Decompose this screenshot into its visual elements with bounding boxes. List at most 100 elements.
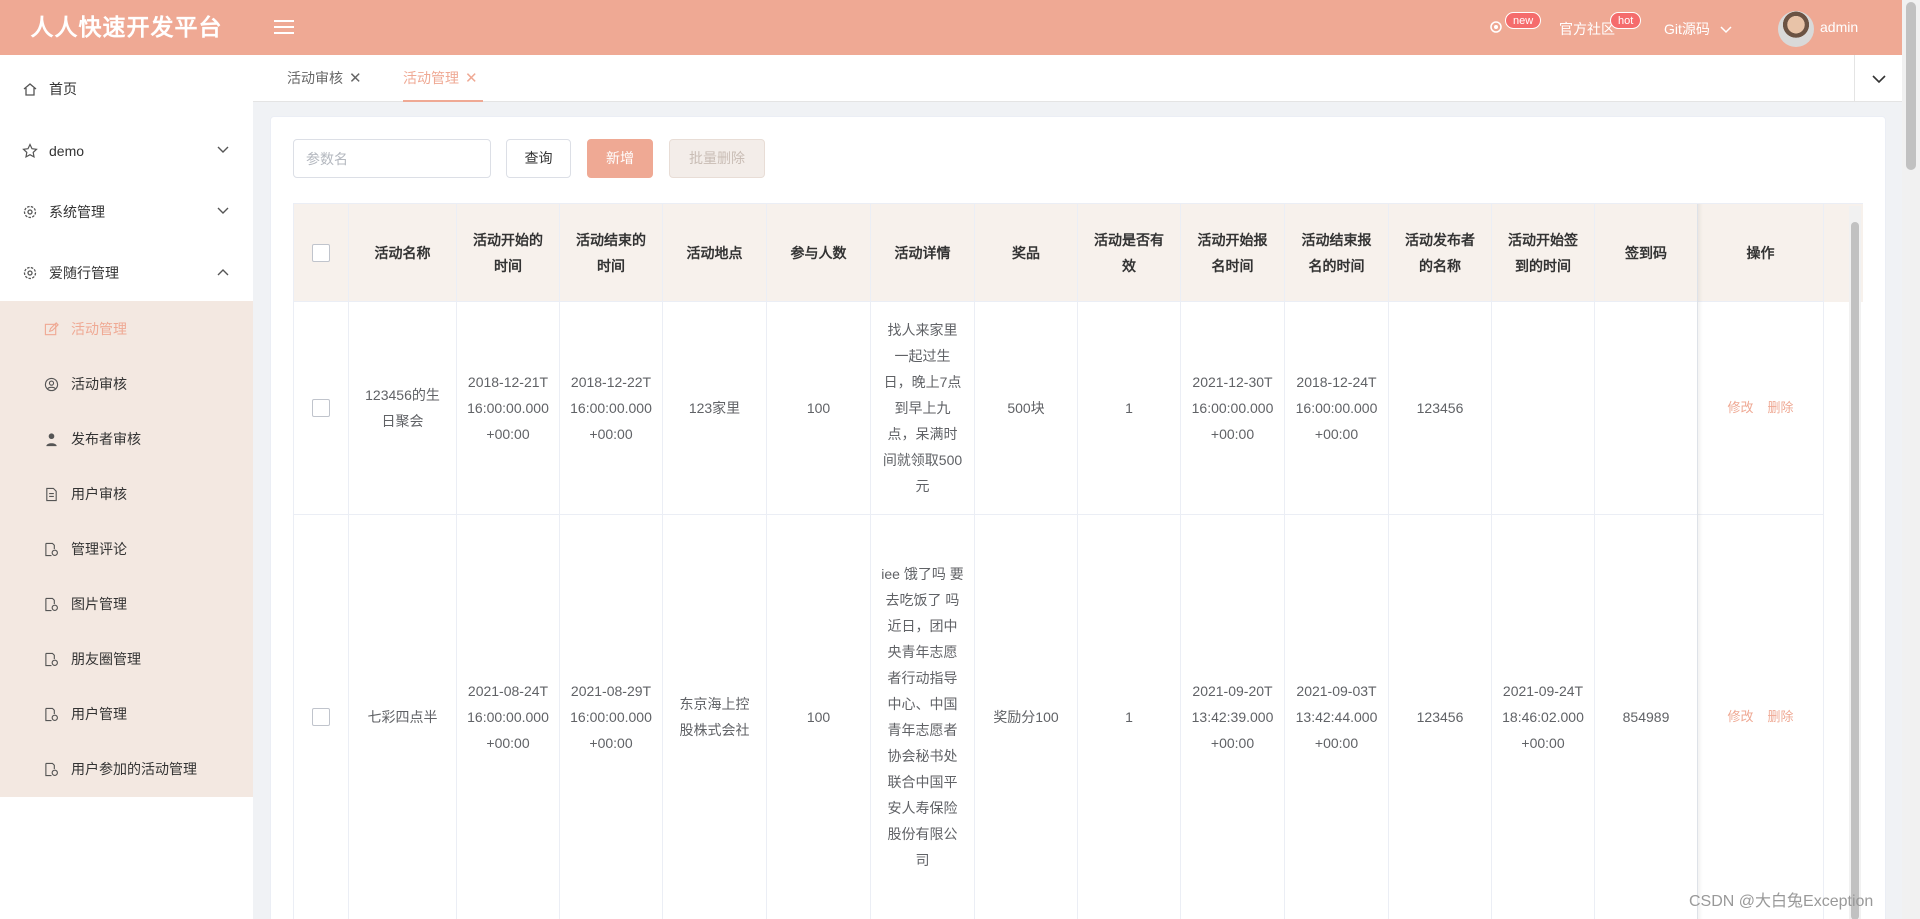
sidebar-item-image-manage[interactable]: 图片管理: [0, 577, 253, 632]
cell-value: 2018-12-24T16:00:00.000+00:00: [1295, 374, 1378, 442]
tabs-menu-button[interactable]: [1854, 55, 1902, 102]
page-scrollbar[interactable]: [1902, 0, 1920, 919]
query-button[interactable]: 查询: [506, 139, 571, 178]
sidebar-item-moments-manage[interactable]: 朋友圈管理: [0, 632, 253, 687]
star-icon: [22, 143, 38, 159]
cell-value: 1: [1125, 709, 1133, 725]
sidebar-item-user-review[interactable]: 用户审核: [0, 467, 253, 522]
chevron-up-icon: [217, 269, 229, 276]
row-checkbox-cell: [294, 515, 349, 919]
username[interactable]: admin: [1820, 0, 1858, 55]
edit-link[interactable]: 修改: [1727, 395, 1753, 421]
sidebar-item-system[interactable]: 系统管理: [0, 184, 253, 240]
table-cell: 2021-08-29T16:00:00.000+00:00: [560, 515, 663, 919]
table-cell: 1: [1078, 302, 1181, 515]
close-icon[interactable]: ✕: [465, 55, 478, 102]
table-cell: 100: [767, 302, 871, 515]
cell-value: 100: [806, 400, 831, 416]
edit-link[interactable]: 修改: [1727, 704, 1753, 730]
cell-value: 2018-12-21T16:00:00.000+00:00: [467, 374, 549, 442]
delete-link[interactable]: 删除: [1768, 395, 1794, 421]
column-header-label: 参与人数: [790, 244, 847, 261]
chevron-down-icon: [1872, 75, 1886, 84]
table-cell: 100: [767, 515, 871, 919]
cell-value: 奖励分100: [993, 709, 1059, 725]
sidebar-item-user-activity-manage[interactable]: 用户参加的活动管理: [0, 742, 253, 797]
table-cell: 东京海上控股株式会社: [663, 515, 767, 919]
column-header-label: 操作: [1746, 244, 1775, 261]
table-cell: 2021-08-24T16:00:00.000+00:00: [457, 515, 560, 919]
avatar[interactable]: [1778, 11, 1814, 47]
document-gear-icon: [45, 652, 58, 667]
community-link[interactable]: 官方社区: [1559, 0, 1615, 55]
cell-value: 找人来家里一起过生日，晚上7点到早上九点，呆满时间就领取500元: [882, 322, 963, 494]
cell-value: iee 饿了吗 要去吃饭了 吗 近日，团中央青年志愿者行动指导中心、中国青年志愿…: [881, 566, 964, 868]
settings-icon[interactable]: [1488, 0, 1508, 55]
menu-toggle-icon[interactable]: [274, 17, 294, 37]
sidebar-item-demo[interactable]: demo: [0, 123, 253, 179]
column-header-label: 奖品: [1012, 244, 1040, 261]
select-all-checkbox[interactable]: [312, 243, 330, 262]
search-input[interactable]: [293, 139, 491, 178]
table-cell: 123456的生日聚会: [349, 302, 457, 515]
cell-value: 2021-09-24T18:46:02.000+00:00: [1502, 683, 1584, 751]
sidebar-item-comment-manage[interactable]: 管理评论: [0, 522, 253, 577]
chevron-down-icon: [217, 207, 229, 214]
sidebar-item-label: 用户审核: [71, 486, 127, 502]
edit-icon: [44, 322, 59, 336]
row-checkbox[interactable]: [312, 399, 330, 417]
sidebar-item-publisher-review[interactable]: 发布者审核: [0, 412, 253, 467]
row-actions-cell: 修改 删除: [1698, 302, 1824, 515]
cell-value: 2021-12-30T16:00:00.000+00:00: [1191, 374, 1274, 442]
document-gear-icon: [45, 707, 58, 722]
cell-value: 1: [1125, 400, 1133, 416]
document-gear-icon: [45, 597, 58, 612]
new-badge: new: [1505, 12, 1542, 29]
batch-delete-button[interactable]: 批量删除: [669, 139, 765, 178]
delete-link[interactable]: 删除: [1768, 704, 1794, 730]
column-header: 活动开始的时间: [457, 204, 560, 302]
add-button[interactable]: 新增: [587, 139, 653, 178]
sidebar-item-label: 活动管理: [71, 321, 127, 337]
sidebar-item-home[interactable]: 首页: [0, 61, 253, 117]
column-header: 活动结束的时间: [560, 204, 663, 302]
column-header-label: 签到码: [1625, 244, 1667, 261]
scrollbar-thumb[interactable]: [1851, 222, 1859, 919]
scrollbar-thumb[interactable]: [1906, 2, 1916, 170]
sidebar-item-label: 发布者审核: [71, 431, 141, 447]
column-header-label: 活动发布者的名称: [1405, 231, 1475, 274]
row-checkbox[interactable]: [312, 708, 330, 726]
table-scrollbar[interactable]: [1849, 206, 1861, 919]
sidebar-item-label: 活动审核: [71, 376, 127, 392]
table-cell: [1595, 302, 1698, 515]
column-header-label: 活动开始的时间: [473, 231, 543, 274]
cell-value: 854989: [1622, 709, 1670, 725]
chevron-down-icon: [1720, 26, 1732, 34]
cell-value: 123家里: [688, 400, 741, 416]
table-cell: 找人来家里一起过生日，晚上7点到早上九点，呆满时间就领取500元: [871, 302, 975, 515]
git-source-dropdown[interactable]: Git源码: [1664, 0, 1732, 55]
table-cell: 2021-09-24T18:46:02.000+00:00: [1492, 515, 1595, 919]
tab-label: 活动审核: [287, 70, 343, 86]
table-cell: [1492, 302, 1595, 515]
table-cell: 七彩四点半: [349, 515, 457, 919]
chevron-down-icon: [217, 146, 229, 153]
header-checkbox-cell: [294, 204, 349, 302]
sidebar-item-label: 爱随行管理: [49, 265, 119, 281]
table-cell: 奖励分100: [975, 515, 1078, 919]
tab-activity-manage[interactable]: 活动管理 ✕: [403, 55, 483, 102]
table-cell: 500块: [975, 302, 1078, 515]
sidebar-item-activity-review[interactable]: 活动审核: [0, 357, 253, 412]
table-cell: 123456: [1389, 302, 1492, 515]
fixed-column-shadow: [1697, 204, 1703, 919]
brand-title[interactable]: 人人快速开发平台: [0, 0, 253, 55]
sidebar-item-aisuixing[interactable]: 爱随行管理: [0, 245, 253, 301]
tab-activity-review[interactable]: 活动审核 ✕: [287, 55, 362, 102]
sidebar-item-user-manage[interactable]: 用户管理: [0, 687, 253, 742]
close-icon[interactable]: ✕: [349, 55, 362, 102]
sidebar-item-activity-manage[interactable]: 活动管理: [0, 302, 253, 357]
column-header-label: 活动是否有效: [1094, 231, 1164, 274]
column-header: 参与人数: [767, 204, 871, 302]
cell-value: 100: [806, 709, 831, 725]
sidebar-item-label: 系统管理: [49, 204, 105, 220]
